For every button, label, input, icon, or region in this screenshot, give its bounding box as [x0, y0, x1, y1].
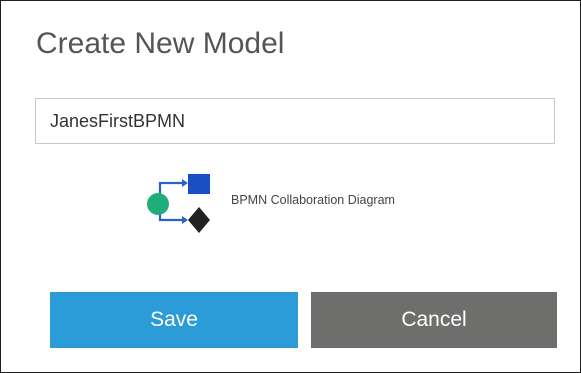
- create-model-dialog: Create New Model BPMN Collaboration Diag…: [0, 0, 581, 373]
- model-type-option[interactable]: BPMN Collaboration Diagram: [146, 173, 395, 235]
- cancel-button[interactable]: Cancel: [311, 292, 557, 348]
- model-type-label: BPMN Collaboration Diagram: [231, 193, 395, 207]
- model-name-input[interactable]: [35, 98, 555, 144]
- save-button[interactable]: Save: [50, 292, 298, 348]
- dialog-title: Create New Model: [36, 27, 285, 60]
- bpmn-collaboration-icon: [147, 174, 210, 233]
